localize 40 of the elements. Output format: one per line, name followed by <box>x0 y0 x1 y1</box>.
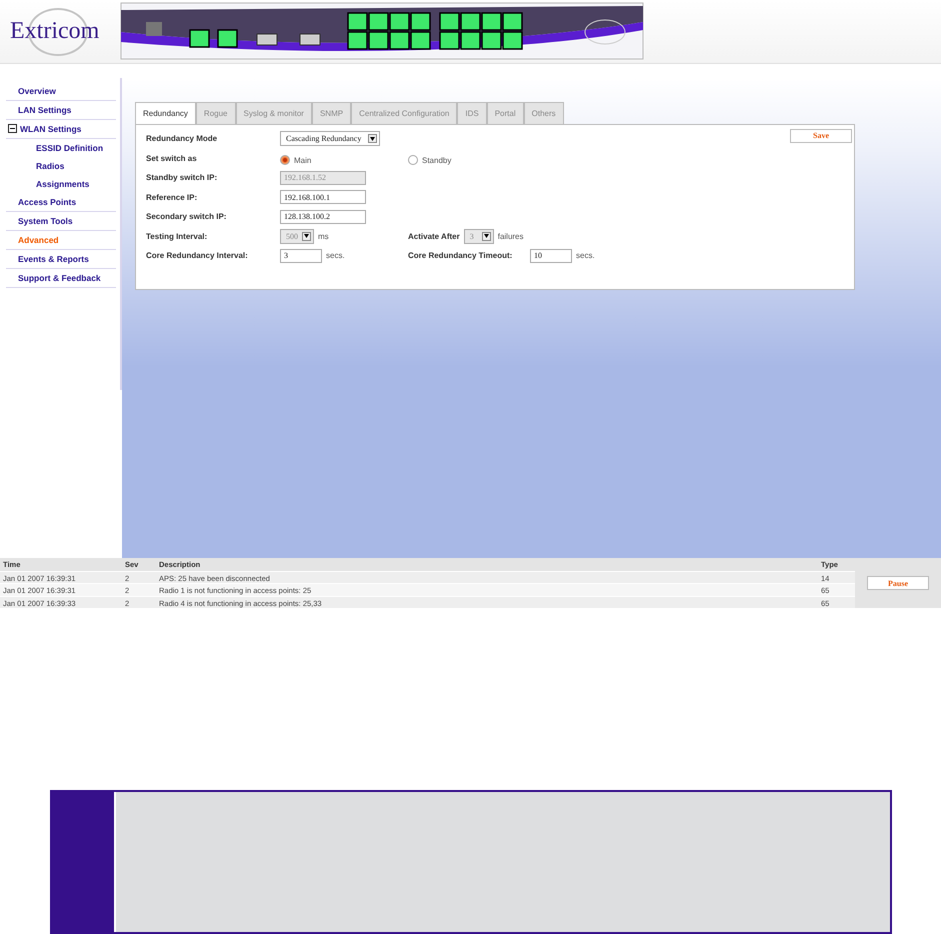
sidebar-item[interactable]: System Tools <box>6 212 116 231</box>
unit-label: secs. <box>576 251 595 260</box>
field-label: Core Redundancy Interval: <box>146 251 249 260</box>
radio-button[interactable] <box>280 155 290 166</box>
tab[interactable]: Redundancy <box>135 102 196 125</box>
pause-button[interactable]: Pause <box>867 576 929 590</box>
radio-label: Main <box>294 156 312 165</box>
sidebar-item[interactable]: Support & Feedback <box>6 268 116 288</box>
unit-label: failures <box>498 232 524 241</box>
caret-icon <box>482 232 491 241</box>
field-label: Standby switch IP: <box>146 173 218 182</box>
unit-label: ms <box>318 232 329 241</box>
input-field[interactable]: 3 <box>280 248 322 263</box>
caret-icon <box>368 134 377 144</box>
input-field[interactable]: 192.168.100.1 <box>280 190 366 204</box>
sidebar-item[interactable]: Overview <box>6 82 116 101</box>
field-label: Reference IP: <box>146 192 198 202</box>
input-field[interactable]: 128.138.100.2 <box>280 210 366 224</box>
sidebar-subitem[interactable]: Radios <box>6 156 116 175</box>
caret-icon <box>302 232 311 241</box>
sidebar-subitem[interactable]: Assignments <box>6 174 116 193</box>
field-label: Core Redundancy Timeout: <box>408 251 514 260</box>
radio-label: Standby <box>422 156 452 165</box>
sidebar-item[interactable]: WLAN Settings <box>20 124 82 134</box>
input-field[interactable]: 10 <box>530 248 572 263</box>
save-button[interactable]: Save <box>790 128 852 143</box>
field-label: Set switch as <box>146 154 198 163</box>
unit-label: secs. <box>326 251 345 260</box>
field-label: Testing Interval: <box>146 232 208 241</box>
field-label: Redundancy Mode <box>146 134 218 144</box>
field-label: Secondary switch IP: <box>146 212 228 222</box>
field-label: Activate After <box>408 232 460 241</box>
radio-button[interactable] <box>408 155 418 166</box>
collapse-toggle[interactable] <box>8 124 17 134</box>
dropdown[interactable]: Cascading Redundancy <box>280 131 380 146</box>
brand-logo: Extricom <box>6 6 102 56</box>
sidebar-item[interactable]: Access Points <box>6 192 116 212</box>
sidebar-item[interactable]: Events & Reports <box>6 250 116 269</box>
sidebar-subitem[interactable]: ESSID Definition <box>6 138 116 157</box>
sidebar-item[interactable]: LAN Settings <box>6 100 116 120</box>
